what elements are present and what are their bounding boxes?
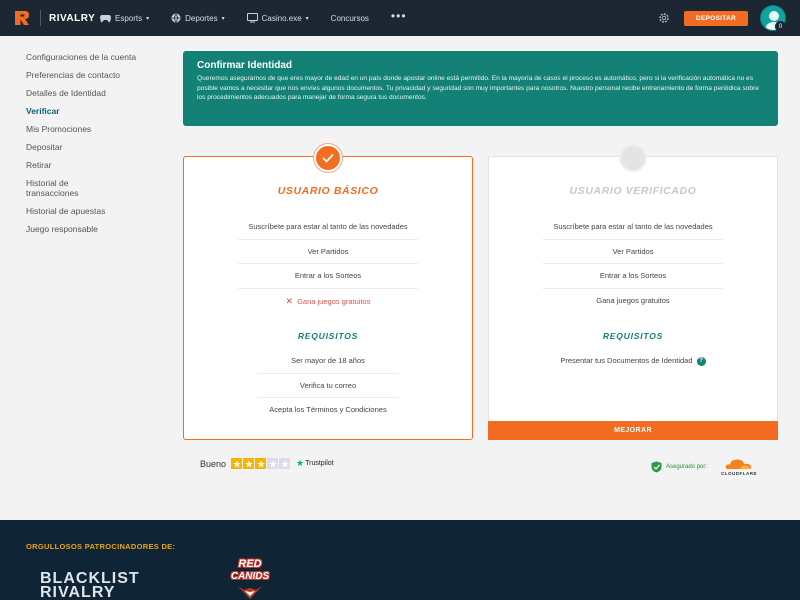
verified-feature-list: Suscríbete para estar al tanto de las no… [489,215,777,313]
feature-item: Suscríbete para estar al tanto de las no… [238,215,418,240]
verified-requirements-title: REQUISITOS [602,331,664,341]
star-icon [231,458,243,469]
basic-feature-list: Suscríbete para estar al tanto de las no… [184,215,472,313]
sidebar-item-preferencias[interactable]: Preferencias de contacto [26,70,146,80]
trustpilot-rating[interactable]: Bueno ★ Trustpilot [200,458,334,469]
requirement-item: Acepta los Términos y Condiciones [269,405,387,414]
verified-user-card: USUARIO VERIFICADO Suscríbete para estar… [488,144,778,440]
sponsor-logo-blacklist-rivalry[interactable]: BLACKLIST RIVALRY [40,571,140,600]
star-icon [267,458,279,469]
gear-icon[interactable] [658,12,670,24]
sidebar-item-juego-responsable[interactable]: Juego responsable [26,224,146,234]
more-menu-button[interactable]: ••• [391,9,407,23]
cloud-icon [725,459,752,469]
rivalry-logo-icon [15,11,29,25]
verified-card-title: USUARIO VERIFICADO [569,185,697,197]
requirement-item: Presentar tus Documentos de Identidad ? [538,349,728,374]
sidebar-item-detalles[interactable]: Detalles de Identidad [26,88,146,98]
sidebar-item-depositar[interactable]: Depositar [26,142,146,152]
nav-label-casino: Casino.exe [261,13,302,23]
cloudflare-label: CLOUDFLARE [721,471,758,476]
sponsor-logo-line: RED [238,558,262,570]
trustpilot-star-icon: ★ [296,458,305,468]
logo-divider [40,10,41,26]
sidebar-item-historial-apuestas[interactable]: Historial de apuestas [26,206,146,216]
sponsor-logo-line: CANIDS [230,571,270,582]
sponsor-logo-line: RIVALRY [40,584,116,600]
avatar-badge: 0 [775,21,786,32]
nav-item-casino[interactable]: Casino.exe ▾ [246,13,309,23]
nav-item-concursos[interactable]: Concursos [331,14,369,23]
banner-title: Confirmar Identidad [197,60,293,71]
star-icon [279,458,291,469]
upgrade-button[interactable]: MEJORAR [488,421,778,440]
sidebar-item-historial-transacciones[interactable]: Historial de transacciones [26,178,106,198]
feature-item: Entrar a los Sorteos [543,264,723,289]
feature-item: Entrar a los Sorteos [238,264,418,289]
identity-banner: Confirmar Identidad Queremos asegurarnos… [183,51,778,126]
sidebar-item-configuraciones[interactable]: Configuraciones de la cuenta [26,52,146,62]
nav-label-deportes: Deportes [185,13,218,23]
footer: ORGULLOSOS PATROCINADORES DE: BLACKLIST … [0,520,800,600]
sponsor-logo-red-canids[interactable]: RED CANIDS [218,556,282,600]
account-sidebar: Configuraciones de la cuenta Preferencia… [26,52,146,242]
info-icon[interactable]: ? [696,356,706,366]
star-icon [243,458,255,469]
trustpilot-logo: ★ Trustpilot [296,458,334,468]
nav-item-esports[interactable]: Esports ▾ [100,14,149,23]
requirement-item: Ser mayor de 18 años [258,349,398,374]
wolf-mark-icon [238,586,262,599]
feature-item: Ver Partidos [543,240,723,264]
requirement-item: Verifica tu correo [258,374,398,398]
verified-requirements-list: Presentar tus Documentos de Identidad ? [489,349,777,374]
feature-item: Gana juegos gratuitos [596,295,670,305]
brand-name: RIVALRY [49,12,96,24]
banner-text: Queremos asegurarnos de que eres mayor d… [197,75,759,101]
check-icon [322,153,334,163]
deposit-button[interactable]: DEPOSITAR [683,10,748,26]
basic-requirements-list: Ser mayor de 18 años Verifica tu correo … [184,349,472,423]
chevron-down-icon: ▾ [146,15,150,22]
chevron-down-icon: ▾ [221,15,225,22]
feature-item-unavailable: ✕ Gana juegos gratuitos [285,295,371,306]
basic-status-circle [314,144,342,172]
basic-requirements-title: REQUISITOS [297,331,359,341]
feature-item: Suscríbete para estar al tanto de las no… [543,215,723,240]
rating-stars [231,458,291,469]
cloudflare-logo: CLOUDFLARE [721,458,757,476]
feature-item: Ver Partidos [238,240,418,264]
sidebar-item-promociones[interactable]: Mis Promociones [26,124,146,134]
basic-user-card: USUARIO BÁSICO Suscríbete para estar al … [183,144,473,440]
logo[interactable]: RIVALRY [0,8,100,28]
monitor-icon [246,13,258,23]
basic-card-title: USUARIO BÁSICO [277,185,379,197]
top-navbar: RIVALRY Esports ▾ Deportes ▾ Casino.exe … [0,0,800,36]
cross-icon: ✕ [285,295,294,306]
secured-label: Asegurado por: [666,464,708,470]
shield-check-icon [651,461,662,473]
chevron-down-icon: ▾ [305,15,309,22]
sponsors-title: ORGULLOSOS PATROCINADORES DE: [26,542,176,551]
rating-label: Bueno [200,458,227,469]
nav-label-concursos: Concursos [330,13,369,23]
secured-by: Asegurado por: CLOUDFLARE [651,458,757,476]
sidebar-item-verificar[interactable]: Verificar [26,106,146,116]
nav-label-esports: Esports [115,13,143,23]
controller-icon [100,14,111,22]
sidebar-item-retirar[interactable]: Retirar [26,160,146,170]
star-icon [255,458,267,469]
verified-status-circle [619,144,647,172]
nav-item-deportes[interactable]: Deportes ▾ [171,13,225,23]
ball-icon [171,13,181,23]
